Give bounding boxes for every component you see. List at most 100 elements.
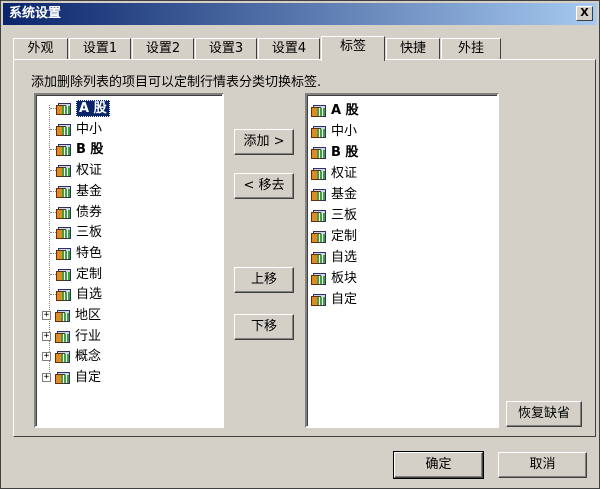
tree-item-label: 概念 xyxy=(75,349,102,365)
tree-item-label: 定制 xyxy=(76,266,103,282)
tab-label: 快捷 xyxy=(399,41,426,56)
label-folder-icon xyxy=(55,370,71,385)
list-item-label: A 股 xyxy=(331,103,359,118)
title-bar: 系统设置 X xyxy=(3,3,597,25)
list-item[interactable]: 中小 xyxy=(311,122,357,142)
tree-item[interactable]: 债券 xyxy=(50,203,102,223)
tab-settings4[interactable]: 设置4 xyxy=(258,38,320,60)
expand-icon[interactable]: + xyxy=(42,352,51,362)
label-folder-icon xyxy=(56,205,72,220)
tab-settings2[interactable]: 设置2 xyxy=(132,38,194,60)
tree-item[interactable]: 定制 xyxy=(50,265,102,285)
list-item[interactable]: 基金 xyxy=(311,185,357,205)
close-button[interactable]: X xyxy=(576,6,593,21)
label-folder-icon xyxy=(56,142,72,157)
list-item[interactable]: 自定 xyxy=(311,290,357,310)
window-title: 系统设置 xyxy=(9,6,62,21)
list-item-label: 中小 xyxy=(331,124,358,139)
add-button[interactable]: 添加 > xyxy=(234,129,294,155)
ok-button[interactable]: 确定 xyxy=(393,451,484,479)
label-folder-icon xyxy=(311,208,327,223)
label-folder-icon xyxy=(311,187,327,202)
label-folder-icon xyxy=(311,229,327,244)
tree-item[interactable]: + 自定 xyxy=(42,368,101,388)
cancel-button[interactable]: 取消 xyxy=(498,452,587,478)
label-folder-icon xyxy=(55,329,71,344)
tree-item[interactable]: 自选 xyxy=(50,285,102,305)
tree-item[interactable]: 权证 xyxy=(50,161,102,181)
tab-label: 设置1 xyxy=(82,41,118,56)
hint-text: 添加删除列表的项目可以定制行情表分类切换标签. xyxy=(31,75,322,90)
tree-item-label: A 股 xyxy=(76,100,110,117)
category-tree[interactable]: A 股中小 B 股权证基金债券三板特色定制自选 + 地区 + 行业 + 概念 + 自定 xyxy=(34,93,224,428)
tab-shortcuts[interactable]: 快捷 xyxy=(386,38,440,60)
label-folder-icon xyxy=(311,271,327,286)
tab-label: 标签 xyxy=(339,39,366,54)
tab-labels[interactable]: 标签 xyxy=(321,36,385,61)
tree-item-label: 三板 xyxy=(76,225,103,241)
tree-item-label: 特色 xyxy=(76,245,103,261)
list-item-label: B 股 xyxy=(331,145,359,160)
tree-item[interactable]: + 地区 xyxy=(42,306,101,326)
tree-item[interactable]: 基金 xyxy=(50,182,102,202)
label-folder-icon xyxy=(56,225,72,240)
tree-item[interactable]: + 行业 xyxy=(42,327,101,347)
label-folder-icon xyxy=(55,349,71,364)
list-item-label: 基金 xyxy=(331,187,358,202)
list-item[interactable]: 定制 xyxy=(311,227,357,247)
list-item[interactable]: 三板 xyxy=(311,206,357,226)
label-folder-icon xyxy=(56,287,72,302)
label-folder-icon xyxy=(56,267,72,282)
list-item-label: 权证 xyxy=(331,166,358,181)
tree-item[interactable]: B 股 xyxy=(50,140,103,160)
list-item[interactable]: A 股 xyxy=(311,101,359,121)
label-folder-icon xyxy=(311,124,327,139)
tab-plugins[interactable]: 外挂 xyxy=(441,38,501,60)
label-folder-icon xyxy=(311,145,327,160)
list-item[interactable]: 权证 xyxy=(311,164,357,184)
label-folder-icon xyxy=(55,308,71,323)
restore-defaults-button[interactable]: 恢复缺省 xyxy=(506,401,582,427)
tab-appearance[interactable]: 外观 xyxy=(13,38,68,60)
expand-icon[interactable]: + xyxy=(42,373,51,383)
tree-item[interactable]: 中小 xyxy=(50,120,102,140)
list-item[interactable]: 自选 xyxy=(311,248,357,268)
remove-button[interactable]: < 移去 xyxy=(234,173,294,199)
label-folder-icon xyxy=(56,101,72,116)
tab-label: 设置4 xyxy=(271,41,307,56)
label-folder-icon xyxy=(56,122,72,137)
list-item-label: 板块 xyxy=(331,271,358,286)
move-down-button[interactable]: 下移 xyxy=(234,314,294,340)
list-item[interactable]: 板块 xyxy=(311,269,357,289)
label-folder-icon xyxy=(56,184,72,199)
move-up-button[interactable]: 上移 xyxy=(234,267,294,293)
tree-item-label: 自定 xyxy=(75,370,102,386)
label-folder-icon xyxy=(56,246,72,261)
tree-item-label: B 股 xyxy=(76,142,104,158)
expand-icon[interactable]: + xyxy=(42,331,51,341)
tree-item-label: 基金 xyxy=(76,183,103,199)
tree-item[interactable]: + 概念 xyxy=(42,347,101,367)
tree-item-label: 债券 xyxy=(76,204,103,220)
tab-label: 外挂 xyxy=(457,41,484,56)
tab-label: 设置2 xyxy=(145,41,181,56)
selected-labels-list[interactable]: A 股中小 B 股权证基金三板定制自选板块自定 xyxy=(305,93,499,428)
tree-item[interactable]: 三板 xyxy=(50,223,102,243)
settings-dialog: 系统设置 X 外观 设置1 设置2 设置3 设置4 标签 快捷 外挂 添加删除列… xyxy=(0,0,600,489)
tree-item[interactable]: 特色 xyxy=(50,244,102,264)
tree-item[interactable]: A 股 xyxy=(50,99,110,119)
tree-item-label: 地区 xyxy=(75,308,102,323)
label-folder-icon xyxy=(311,250,327,265)
list-item[interactable]: B 股 xyxy=(311,143,358,163)
expand-icon[interactable]: + xyxy=(42,311,51,320)
tree-item-label: 中小 xyxy=(76,121,103,137)
tree-item-label: 行业 xyxy=(75,328,102,344)
label-folder-icon xyxy=(56,163,72,178)
tab-settings1[interactable]: 设置1 xyxy=(69,38,131,60)
tree-item-label: 权证 xyxy=(76,163,103,179)
list-item-label: 定制 xyxy=(331,229,358,244)
tab-settings3[interactable]: 设置3 xyxy=(195,38,257,60)
tree-item-label: 自选 xyxy=(76,287,103,303)
list-item-label: 自选 xyxy=(331,250,358,265)
tab-label: 外观 xyxy=(27,41,54,56)
